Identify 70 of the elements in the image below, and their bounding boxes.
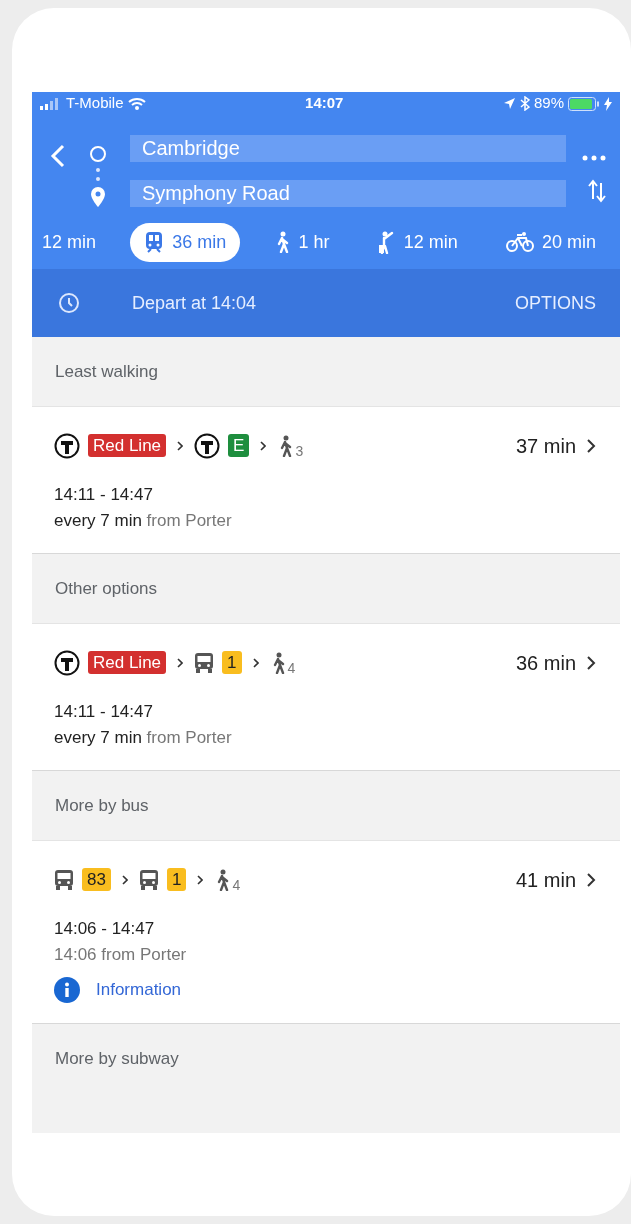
clock-time: 14:07 xyxy=(305,93,344,114)
time-range: 14:11 - 14:47 xyxy=(54,701,154,723)
route-dots-icon xyxy=(96,167,100,183)
chevron-right-icon xyxy=(586,871,596,888)
destination-pin-icon xyxy=(91,187,105,207)
chevron-icon xyxy=(197,874,204,885)
back-button[interactable] xyxy=(50,143,66,168)
bus-icon xyxy=(194,651,215,674)
time-range: 14:11 - 14:47 xyxy=(54,484,154,506)
swap-arrows-icon xyxy=(588,179,606,203)
location-arrow-icon xyxy=(502,97,516,110)
route-card[interactable]: 83 1 4 41 min 14:06 - 14:47 14:06 from Porter Information xyxy=(32,840,620,1024)
travel-mode-tab[interactable]: 20 min xyxy=(491,222,610,262)
destination-field[interactable]: Symphony Road xyxy=(130,180,566,207)
depart-time-button[interactable]: Depart at 14:04 xyxy=(132,289,257,317)
duration-text: 41 min xyxy=(515,867,576,893)
line-label: E xyxy=(228,434,250,457)
line-label: Red Line xyxy=(88,434,167,457)
origin-circle-icon xyxy=(89,145,107,163)
section-heading: More by bus xyxy=(55,794,149,817)
clock-icon xyxy=(58,292,80,314)
bluetooth-icon xyxy=(519,96,530,111)
section-heading: More by subway xyxy=(55,1047,179,1070)
chevron-right-icon xyxy=(586,654,596,671)
chevron-icon xyxy=(121,874,128,885)
info-icon xyxy=(54,977,80,1003)
charging-bolt-icon xyxy=(604,96,612,111)
train-icon xyxy=(144,231,165,253)
walk-count: 4 xyxy=(287,659,296,678)
swap-button[interactable] xyxy=(588,178,606,203)
wifi-icon xyxy=(127,97,146,110)
route-card[interactable]: Red Line 1 4 36 min 14:11 - 14:47 every 7 min from Porter xyxy=(32,623,620,771)
bus-icon xyxy=(138,868,159,891)
battery-percent: 89% xyxy=(533,93,564,114)
line-label: 1 xyxy=(166,868,187,891)
chevron-right-icon xyxy=(586,437,596,454)
chevron-icon xyxy=(177,657,184,668)
chevron-icon xyxy=(177,440,184,451)
line-label: Red Line xyxy=(88,651,167,674)
origin-field[interactable]: Cambridge xyxy=(130,135,566,162)
subway-t-icon xyxy=(54,649,80,676)
battery-icon xyxy=(568,96,600,111)
options-button[interactable]: OPTIONS xyxy=(515,289,596,317)
route-card[interactable]: Red Line E 3 37 min 14:11 - 14:47 every 7 min from Porter xyxy=(32,406,620,554)
section-heading: Other options xyxy=(55,577,158,600)
walk-count: 3 xyxy=(295,442,304,461)
travel-mode-tab[interactable]: 36 min xyxy=(130,222,241,262)
person-hailing-icon xyxy=(377,230,396,254)
walk-count: 4 xyxy=(232,876,241,895)
line-label: 1 xyxy=(222,651,242,674)
section-heading: Least walking xyxy=(55,360,158,383)
carrier-name: T-Mobile xyxy=(66,93,124,114)
duration-text: 36 min xyxy=(515,650,576,676)
bicycle-icon xyxy=(505,231,534,253)
bus-icon xyxy=(54,868,74,891)
travel-mode-tab[interactable]: 1 hr xyxy=(260,222,344,262)
duration-text: 37 min xyxy=(515,433,576,459)
schedule-text: every 7 min from Porter xyxy=(54,509,233,532)
line-label: 83 xyxy=(82,868,111,891)
subway-t-icon xyxy=(194,432,221,459)
subway-t-icon xyxy=(54,432,80,459)
time-range: 14:06 - 14:47 xyxy=(54,918,156,940)
schedule-text: every 7 min from Porter xyxy=(54,726,233,749)
information-link[interactable]: Information xyxy=(96,977,182,1003)
chevron-icon xyxy=(260,440,267,451)
travel-mode-tab[interactable]: 12 min xyxy=(363,222,472,262)
more-options-icon xyxy=(582,154,606,161)
chevron-icon xyxy=(252,657,259,668)
schedule-text: 14:06 from Porter xyxy=(54,943,188,966)
travel-mode-tab[interactable]: 12 min xyxy=(42,222,111,262)
